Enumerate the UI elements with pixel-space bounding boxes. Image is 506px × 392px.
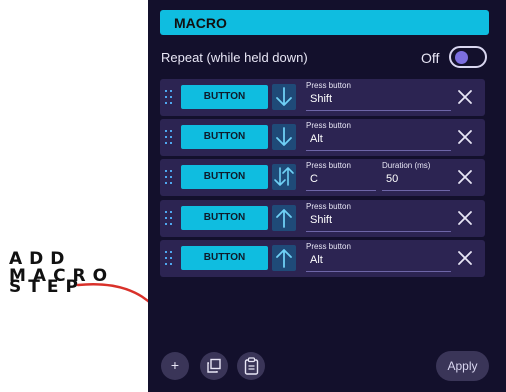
field-value: Alt xyxy=(310,133,323,145)
toggle-knob xyxy=(455,51,468,64)
macro-panel: MACRO Repeat (while held down) Off BUTTO… xyxy=(148,0,506,392)
repeat-label: Repeat (while held down) xyxy=(161,50,308,65)
arrow-down-icon[interactable] xyxy=(272,124,296,150)
button-select[interactable]: BUTTON xyxy=(181,165,268,189)
arrow-up-icon[interactable] xyxy=(272,245,296,271)
field-value: 50 xyxy=(386,173,399,185)
duplicate-button[interactable] xyxy=(200,352,228,380)
arrow-up-icon[interactable] xyxy=(272,205,296,231)
drag-handle-icon[interactable] xyxy=(165,170,172,185)
macro-step-row: BUTTON Press button C Duration (ms) 50 xyxy=(160,159,485,196)
drag-handle-icon[interactable] xyxy=(165,130,172,145)
field-label: Press button xyxy=(306,81,351,90)
field-value: Shift xyxy=(310,214,333,226)
plus-icon: + xyxy=(170,357,180,373)
close-icon[interactable] xyxy=(457,169,473,185)
toggle-state-label: Off xyxy=(421,50,440,66)
macro-step-row: BUTTON Press button Shift xyxy=(160,79,485,116)
button-select[interactable]: BUTTON xyxy=(181,85,268,109)
arrow-down-icon[interactable] xyxy=(272,84,296,110)
drag-handle-icon[interactable] xyxy=(165,211,172,226)
macro-step-row: BUTTON Press button Alt xyxy=(160,240,485,277)
field-label: Press button xyxy=(306,202,351,211)
macro-step-row: BUTTON Press button Shift xyxy=(160,200,485,237)
field-value: Alt xyxy=(310,254,323,266)
button-select[interactable]: BUTTON xyxy=(181,125,268,149)
clipboard-icon xyxy=(244,357,259,375)
field-label: Press button xyxy=(306,242,351,251)
paste-button[interactable] xyxy=(237,352,265,380)
drag-handle-icon[interactable] xyxy=(165,251,172,266)
drag-handle-icon[interactable] xyxy=(165,90,172,105)
close-icon[interactable] xyxy=(457,129,473,145)
field-label: Duration (ms) xyxy=(382,161,431,170)
macro-step-row: BUTTON Press button Alt xyxy=(160,119,485,156)
close-icon[interactable] xyxy=(457,89,473,105)
button-select[interactable]: BUTTON xyxy=(181,246,268,270)
field-value: C xyxy=(310,173,318,185)
macro-title: MACRO xyxy=(174,15,227,31)
field-label: Press button xyxy=(306,121,351,130)
arrow-down-up-icon[interactable] xyxy=(272,164,296,190)
close-icon[interactable] xyxy=(457,250,473,266)
field-label: Press button xyxy=(306,161,351,170)
field-value: Shift xyxy=(310,93,333,105)
copy-icon xyxy=(207,358,221,373)
apply-button[interactable]: Apply xyxy=(436,351,489,381)
repeat-toggle[interactable] xyxy=(449,46,487,68)
annotation: ADD MACRO STEP xyxy=(0,0,180,392)
macro-header: MACRO xyxy=(160,10,489,35)
button-select[interactable]: BUTTON xyxy=(181,206,268,230)
add-step-button[interactable]: + xyxy=(161,352,189,380)
close-icon[interactable] xyxy=(457,210,473,226)
